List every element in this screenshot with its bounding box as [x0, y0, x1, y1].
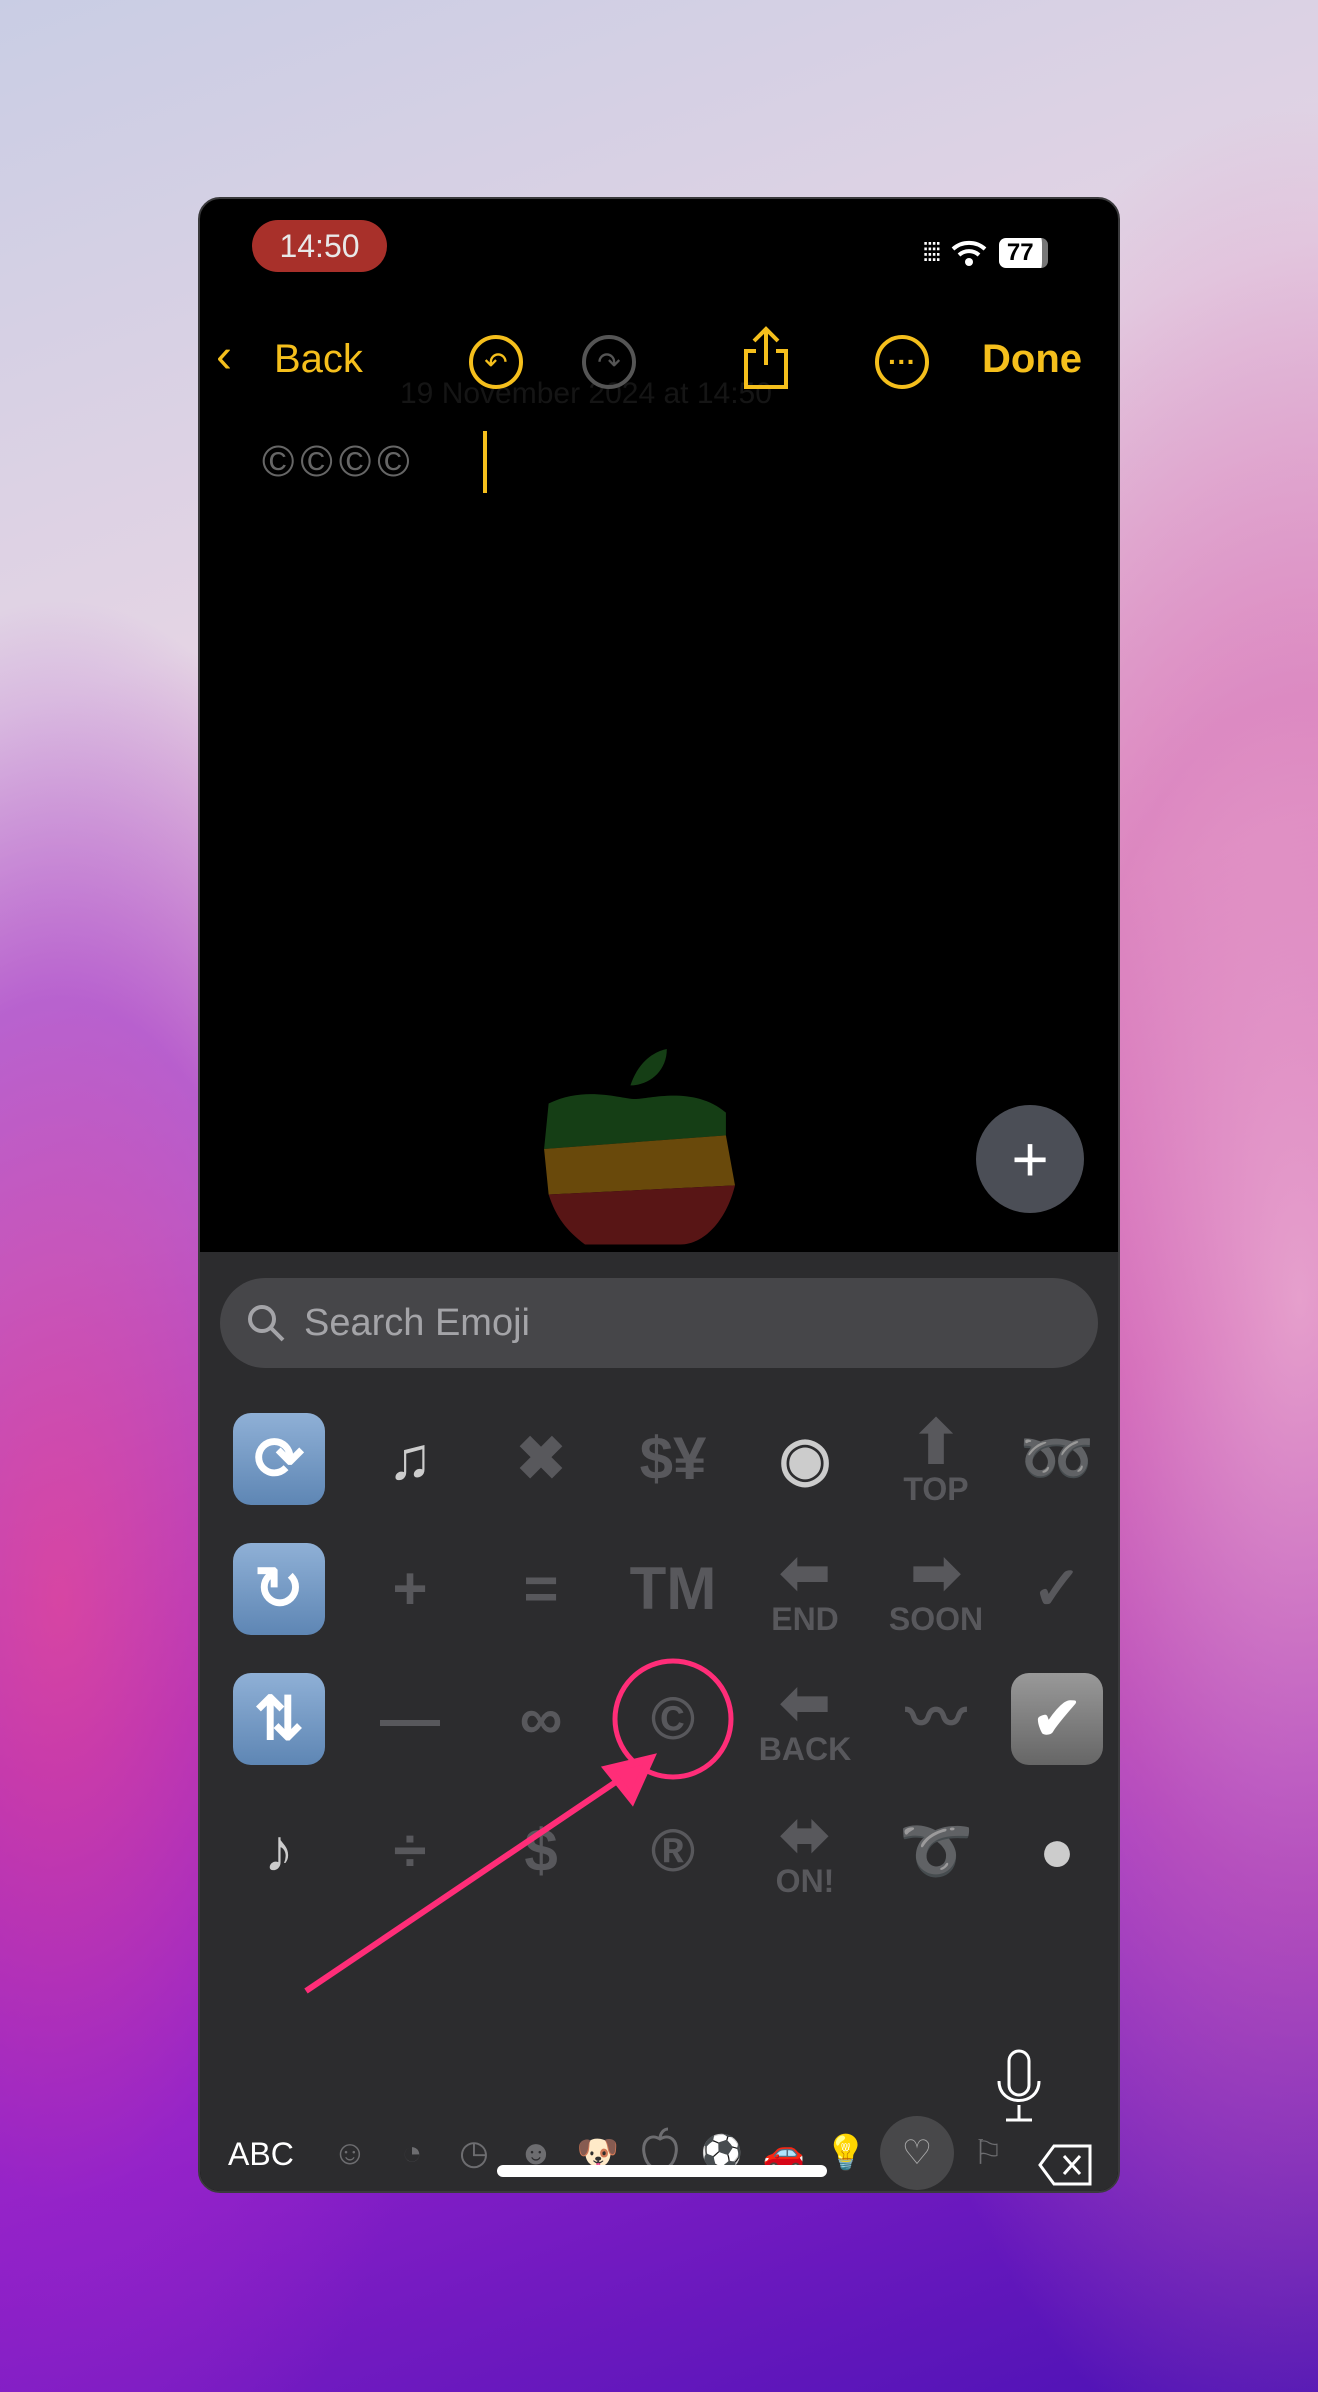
microphone-icon[interactable]: [997, 2049, 1041, 2122]
annotation-arrow: [304, 1764, 640, 1994]
phone-screen: 14:50 ⁞⁞⁞⁞ 77 19 November 2024 at 14:50 …: [198, 197, 1120, 2193]
arrow-head: [600, 1753, 657, 1807]
annotation-overlay: [304, 1658, 1041, 2122]
